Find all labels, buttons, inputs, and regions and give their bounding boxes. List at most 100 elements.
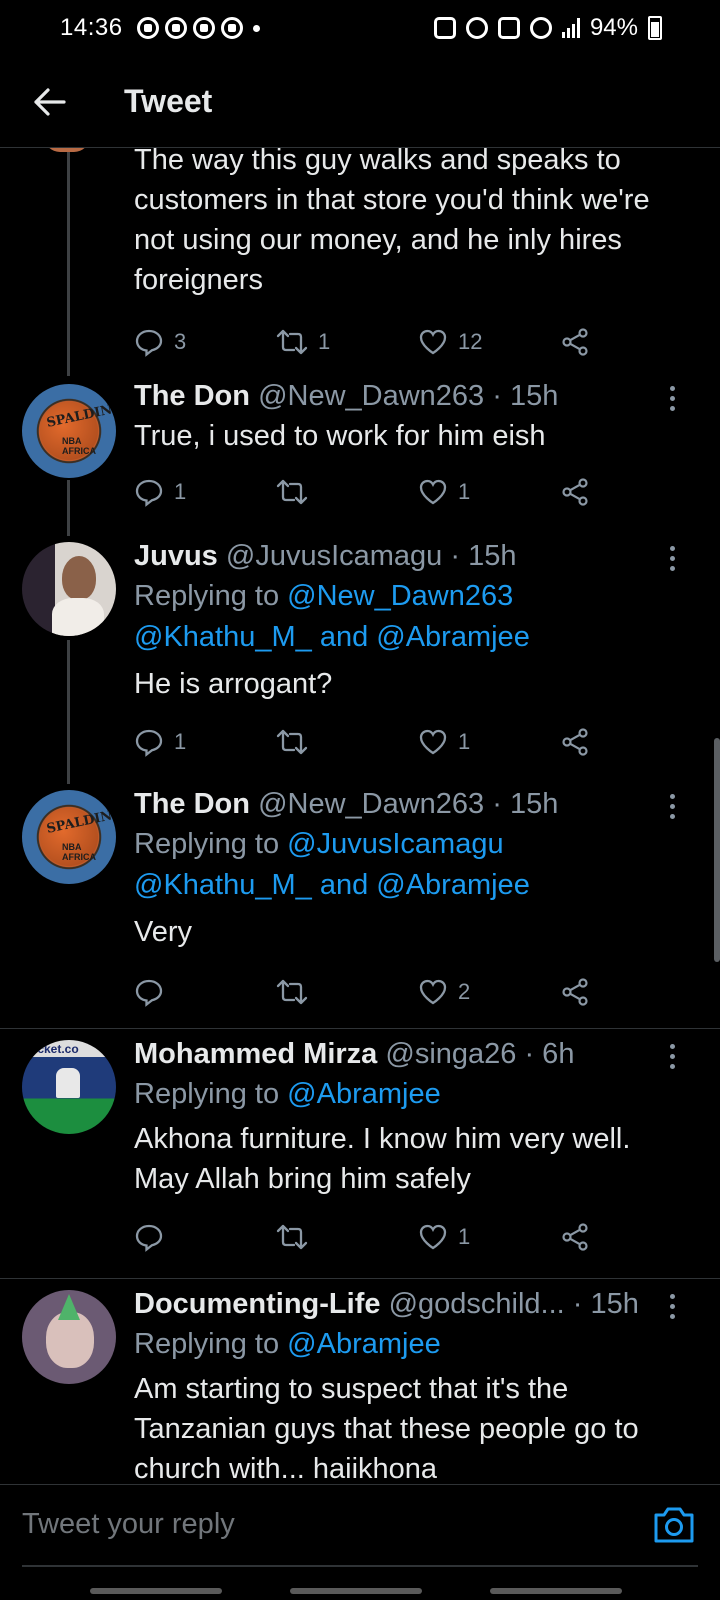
reply-button[interactable]: 1 <box>134 477 276 507</box>
retweet-count: 1 <box>318 329 331 354</box>
person-avatar-image <box>22 542 116 636</box>
notification-icons <box>136 17 243 39</box>
handle: @godschild... <box>388 1288 565 1320</box>
nav-gesture-bar <box>490 1588 622 1594</box>
retweet-button[interactable]: 1 <box>276 328 418 356</box>
reply-input-underline <box>22 1565 698 1567</box>
page-title: Tweet <box>124 83 213 119</box>
retweet-icon <box>276 979 308 1005</box>
avatar[interactable]: ticket.co <box>22 1040 116 1134</box>
reply-button[interactable]: 1 <box>134 727 276 757</box>
more-options-button[interactable] <box>662 546 682 571</box>
share-button[interactable] <box>560 327 590 357</box>
reply-icon <box>135 729 163 757</box>
tweet[interactable]: ticket.co Mohammed Mirza @singa26 · 6h R… <box>0 1034 720 1255</box>
heart-icon <box>419 479 447 505</box>
replying-to: Replying to @Abramjee <box>134 1074 680 1115</box>
replying-prefix: Replying to <box>134 580 280 612</box>
share-button[interactable] <box>560 977 590 1007</box>
notification-icon <box>136 17 159 39</box>
tweet-text: True, i used to work for him eish <box>134 420 546 452</box>
avatar[interactable] <box>22 1290 116 1384</box>
display-name[interactable]: Mohammed Mirza <box>134 1038 377 1070</box>
display-name[interactable]: The Don <box>134 788 250 820</box>
like-button[interactable]: 1 <box>418 1223 560 1251</box>
retweet-icon <box>276 729 308 755</box>
display-name[interactable]: Documenting-Life <box>134 1288 381 1320</box>
wifi-icon <box>529 17 552 39</box>
like-button[interactable]: 12 <box>418 328 560 356</box>
arrow-left-icon <box>34 87 66 116</box>
reply-button[interactable] <box>134 1222 276 1252</box>
ape-avatar-image <box>22 1290 116 1384</box>
like-button[interactable]: 1 <box>418 728 560 756</box>
tweet[interactable]: SPALDING NBA AFRICA The Don @New_Dawn263 … <box>0 376 720 510</box>
heart-icon <box>419 729 447 755</box>
reply-icon <box>135 329 163 357</box>
tweet-header: The Don @New_Dawn263 · 15h <box>134 376 680 416</box>
avatar[interactable]: SPALDING NBA AFRICA <box>22 790 116 884</box>
more-options-button[interactable] <box>662 794 682 819</box>
replying-mentions[interactable]: @Abramjee <box>287 1078 441 1110</box>
top-app-bar: Tweet <box>0 56 720 148</box>
reply-button[interactable] <box>134 977 276 1007</box>
basketball-avatar-image: SPALDING NBA AFRICA <box>22 790 116 884</box>
retweet-icon <box>276 329 308 355</box>
heart-icon <box>419 1224 447 1250</box>
retweet-button[interactable] <box>276 728 418 756</box>
more-options-button[interactable] <box>662 386 682 411</box>
nav-gesture-bar <box>290 1588 422 1594</box>
retweet-button[interactable] <box>276 478 418 506</box>
share-icon <box>562 328 588 356</box>
display-name[interactable]: Juvus <box>134 540 218 572</box>
nav-gesture-bar <box>90 1588 222 1594</box>
heart-icon <box>419 329 447 355</box>
handle-and-time: @New_Dawn263 · 15h <box>258 788 559 820</box>
reply-input[interactable]: Tweet your reply <box>22 1495 622 1553</box>
reply-button[interactable]: 3 <box>134 327 276 357</box>
like-button[interactable]: 1 <box>418 478 560 506</box>
tweet-text: Akhona furniture. I know him very well. … <box>134 1123 631 1195</box>
replying-prefix: Replying to <box>134 1078 280 1110</box>
tweet-header: Juvus @JuvusIcamagu · 15h <box>134 536 680 576</box>
camera-button[interactable] <box>650 1501 698 1547</box>
avatar[interactable]: SPALDING NBA AFRICA <box>22 384 116 478</box>
tweet[interactable]: The way this guy walks and speaks to cus… <box>0 148 720 360</box>
tweet-actions: 2 <box>134 974 680 1010</box>
status-time: 14:36 <box>60 14 123 41</box>
more-options-button[interactable] <box>662 1294 682 1319</box>
like-count: 2 <box>458 979 471 1004</box>
share-icon <box>562 728 588 756</box>
mute-icon <box>497 17 520 39</box>
tweet-thread[interactable]: The way this guy walks and speaks to cus… <box>0 148 720 1484</box>
tweet[interactable]: SPALDING NBA AFRICA The Don @New_Dawn263 … <box>0 784 720 1010</box>
like-count: 1 <box>458 729 471 754</box>
back-button[interactable] <box>0 56 100 148</box>
tweet-actions: 1 1 <box>134 724 680 760</box>
more-options-button[interactable] <box>662 1044 682 1069</box>
notification-icon <box>192 17 215 39</box>
share-button[interactable] <box>560 727 590 757</box>
like-button[interactable]: 2 <box>418 978 560 1006</box>
reply-count: 1 <box>174 729 187 754</box>
tweet[interactable]: Documenting-Life @godschild... · 15h Rep… <box>0 1284 720 1484</box>
tweet-header: The Don @New_Dawn263 · 15h <box>134 784 680 824</box>
tweet-header: Documenting-Life @godschild... · 15h <box>134 1284 680 1324</box>
like-count: 1 <box>458 1224 471 1249</box>
avatar[interactable] <box>22 542 116 636</box>
heart-icon <box>419 979 447 1005</box>
retweet-button[interactable] <box>276 1223 418 1251</box>
replying-mentions[interactable]: @Abramjee <box>287 1328 441 1360</box>
replying-prefix: Replying to <box>134 828 280 860</box>
retweet-button[interactable] <box>276 978 418 1006</box>
share-button[interactable] <box>560 477 590 507</box>
reply-icon <box>135 479 163 507</box>
like-count: 1 <box>458 479 471 504</box>
lock-icon <box>433 17 456 39</box>
basketball-avatar-image: SPALDING NBA AFRICA <box>22 384 116 478</box>
scrollbar-thumb[interactable] <box>714 738 720 962</box>
tweet[interactable]: Juvus @JuvusIcamagu · 15h Replying to @N… <box>0 536 720 760</box>
share-button[interactable] <box>560 1222 590 1252</box>
share-icon <box>562 478 588 506</box>
display-name[interactable]: The Don <box>134 380 250 412</box>
